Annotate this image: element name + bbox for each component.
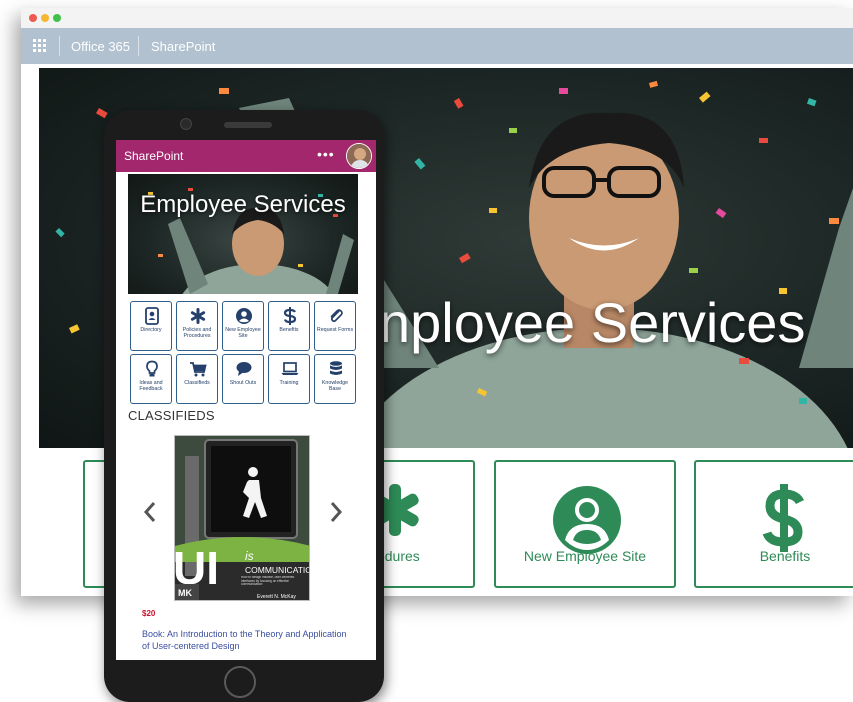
quicklink-knowledge-base[interactable]: Knowledge Base [314, 354, 356, 404]
book-tagline: How to design intuitive, user-centered i… [241, 576, 295, 587]
maximize-window-button[interactable] [53, 14, 61, 22]
quicklink-label: Policies and Procedures [182, 327, 212, 340]
classified-item-image[interactable]: UI is COMMUNICATION How to design intuit… [174, 435, 310, 601]
asterisk-icon [190, 308, 206, 324]
raised-arm-right [799, 188, 853, 368]
book-title-sub: COMMUNICATION [245, 565, 310, 575]
quicklink-label: New Employee Site [225, 327, 261, 340]
office365-link[interactable]: Office 365 [71, 39, 130, 54]
tile-benefits[interactable]: Benefits [694, 460, 853, 588]
app-launcher-waffle-icon[interactable] [31, 37, 49, 55]
chat-icon [236, 362, 252, 376]
quicklink-label: Ideas and Feedback [139, 380, 163, 393]
phone-home-button[interactable] [224, 666, 256, 698]
office-suite-bar: Office 365 SharePoint [21, 28, 853, 64]
mobile-phone: SharePoint ••• Employee Services Directo… [104, 110, 384, 702]
quicklink-label: Shout Outs [229, 380, 257, 386]
close-window-button[interactable] [29, 14, 37, 22]
header-title[interactable]: SharePoint [124, 149, 183, 163]
quicklink-shout-outs[interactable]: Shout Outs [222, 354, 264, 404]
hero-title: nployee Services [379, 291, 806, 354]
quicklink-benefits[interactable]: Benefits [268, 301, 310, 351]
person-icon [553, 486, 621, 554]
window-titlebar [21, 8, 853, 28]
dollar-icon [283, 307, 297, 325]
classifieds-section-title: CLASSIFIEDS [128, 408, 215, 423]
quicklink-label: Knowledge Base [321, 380, 349, 393]
quicklink-label: Request Forms [316, 327, 354, 333]
screenshot-stage: Office 365 SharePoint nployee Services P… [0, 0, 853, 702]
minimize-window-button[interactable] [41, 14, 49, 22]
sharepoint-link[interactable]: SharePoint [151, 39, 215, 54]
suite-separator [138, 36, 139, 56]
quicklink-label: Directory [140, 327, 162, 333]
classified-item-link[interactable]: Book: An Introduction to the Theory and … [142, 629, 352, 652]
carousel-prev-icon[interactable] [143, 500, 157, 524]
tile-new-employee-site[interactable]: New Employee Site [494, 460, 676, 588]
sharepoint-mobile-header: SharePoint ••• [116, 140, 376, 172]
paperclip-icon [330, 309, 343, 323]
more-options-icon[interactable]: ••• [317, 146, 335, 162]
quicklink-label: Training [279, 380, 299, 386]
book-publisher: MK [178, 588, 192, 598]
directory-icon [145, 307, 159, 325]
carousel-next-icon[interactable] [329, 500, 343, 524]
item-price: $20 [142, 609, 156, 618]
quicklink-directory[interactable]: Directory [130, 301, 172, 351]
database-icon [330, 361, 342, 375]
quicklink-new-employee[interactable]: New Employee Site [222, 301, 264, 351]
book-author: Everett N. McKay [257, 594, 296, 600]
mobile-hero-title: Employee Services [140, 191, 346, 218]
mobile-hero-banner: Employee Services [128, 174, 358, 294]
tile-label: Benefits [759, 548, 811, 564]
quicklink-request-forms[interactable]: Request Forms [314, 301, 356, 351]
quicklink-policies[interactable]: Policies and Procedures [176, 301, 218, 351]
book-cover-art: UI is COMMUNICATION How to design intuit… [175, 436, 310, 600]
phone-speaker [224, 122, 272, 128]
phone-camera [180, 118, 192, 130]
dollar-icon [762, 484, 805, 552]
avatar-photo [347, 144, 371, 168]
lightbulb-icon [146, 360, 158, 377]
book-title-is: is [245, 549, 254, 563]
quicklink-ideas[interactable]: Ideas and Feedback [130, 354, 172, 404]
person-icon [236, 308, 252, 324]
quicklink-classifieds[interactable]: Classifieds [176, 354, 218, 404]
quicklink-label: Benefits [279, 327, 299, 333]
suite-separator [59, 36, 60, 56]
tile-label: New Employee Site [523, 548, 647, 564]
quicklink-training[interactable]: Training [268, 354, 310, 404]
phone-screen: SharePoint ••• Employee Services Directo… [116, 140, 376, 660]
quicklink-label: Classifieds [184, 380, 210, 386]
avatar[interactable] [346, 143, 372, 169]
laptop-icon [281, 362, 299, 375]
cart-icon [190, 362, 207, 377]
